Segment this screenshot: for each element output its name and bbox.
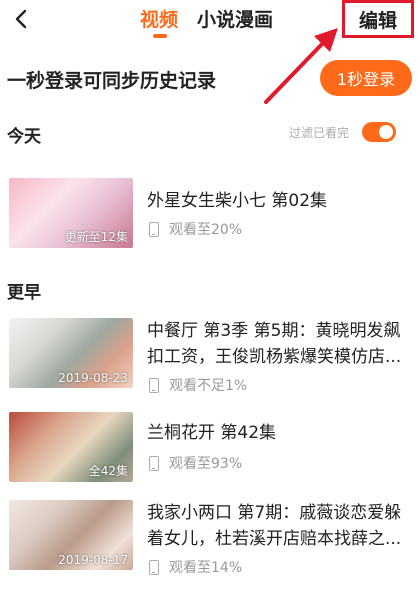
toggle-knob: [379, 125, 393, 139]
watch-progress-text: 观看至20%: [169, 222, 243, 238]
phone-icon: [149, 455, 159, 471]
watch-progress: 观看至93%: [149, 453, 242, 473]
history-item[interactable]: 2019-08-17 我家小两口 第7期：戚薇谈恋爱躲着女儿，杜若溪开店赔本找薛…: [0, 500, 420, 576]
video-title: 外星女生柴小七 第02集: [147, 191, 328, 211]
login-button[interactable]: 1秒登录: [320, 60, 412, 96]
video-title: 我家小两口 第7期：戚薇谈恋爱躲着女儿，杜若溪开店赔本找薛之...: [147, 503, 402, 549]
history-item[interactable]: 2019-08-23 中餐厅 第3季 第5期：黄晓明发飙扣工资，王俊凯杨紫爆笑模…: [0, 318, 420, 394]
filter-watched-toggle[interactable]: [362, 122, 396, 142]
video-title: 兰桐花开 第42集: [147, 423, 277, 443]
episode-badge: 全42集: [88, 464, 128, 478]
chevron-left-icon: [15, 9, 27, 29]
date-badge: 2019-08-23: [58, 371, 128, 385]
history-item[interactable]: 更新至12集 外星女生柴小七 第02集 观看至20%: [0, 178, 420, 250]
back-button[interactable]: [6, 4, 36, 34]
filter-watched-label: 过滤已看完: [289, 126, 350, 140]
tab-novel-comic[interactable]: 小说漫画: [197, 5, 273, 32]
video-title: 中餐厅 第3季 第5期：黄晓明发飙扣工资，王俊凯杨紫爆笑模仿店...: [147, 321, 402, 367]
watch-progress: 观看至20%: [149, 219, 242, 239]
watch-progress: 观看不足1%: [149, 375, 247, 395]
top-bar: 视频 小说漫画 编辑: [0, 0, 420, 52]
video-thumbnail: 全42集: [9, 412, 133, 482]
video-thumbnail: 2019-08-17: [9, 500, 133, 570]
edit-button[interactable]: 编辑: [342, 0, 414, 38]
phone-icon: [149, 221, 159, 237]
tab-video[interactable]: 视频: [140, 5, 178, 32]
video-thumbnail: 更新至12集: [9, 178, 133, 248]
tab-active-indicator: [153, 34, 167, 38]
watch-progress-text: 观看至14%: [169, 560, 243, 576]
login-prompt: 一秒登录可同步历史记录: [7, 70, 217, 92]
history-item[interactable]: 全42集 兰桐花开 第42集 观看至93%: [0, 410, 420, 482]
date-badge: 2019-08-17: [58, 553, 128, 567]
phone-icon: [149, 559, 159, 575]
section-today-heading: 今天: [7, 127, 41, 147]
episode-badge: 更新至12集: [64, 230, 128, 244]
watch-progress-text: 观看至93%: [169, 456, 243, 472]
watch-progress: 观看至14%: [149, 557, 242, 577]
watch-progress-text: 观看不足1%: [169, 378, 248, 394]
video-thumbnail: 2019-08-23: [9, 318, 133, 388]
section-earlier-heading: 更早: [7, 283, 41, 303]
phone-icon: [149, 377, 159, 393]
